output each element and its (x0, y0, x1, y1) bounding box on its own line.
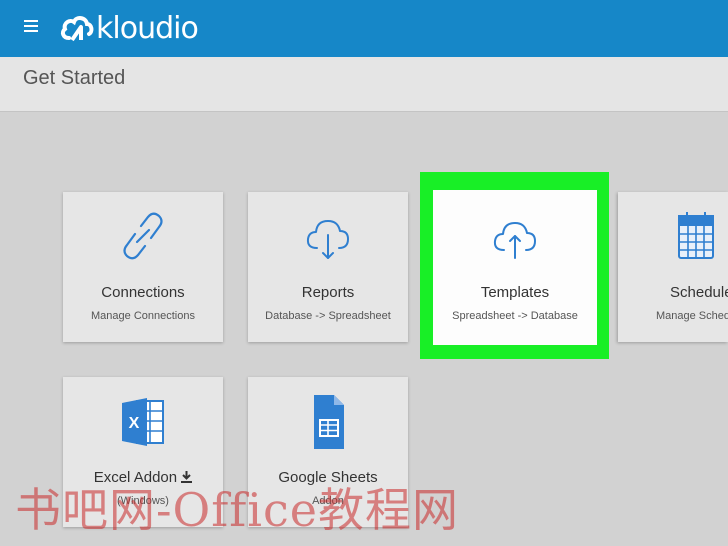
cloud-upload-icon (493, 222, 536, 259)
cloud-download-icon (306, 220, 349, 259)
watermark: 书吧网-Office教程网 (15, 483, 460, 537)
link-icon (123, 212, 163, 260)
card-templates[interactable]: Templates Spreadsheet -> Database (433, 190, 597, 345)
excel-icon: X (122, 398, 164, 446)
card-connections[interactable]: Connections Manage Connections (63, 192, 223, 342)
card-subtitle: Manage Schedu (656, 310, 728, 322)
google-sheets-icon (314, 395, 344, 449)
card-title: Reports (301, 284, 355, 301)
card-reports[interactable]: Reports Database -> Spreadsheet (248, 192, 408, 342)
app-logo[interactable]: kloudio (60, 8, 199, 48)
page-title: Get Started (23, 67, 126, 89)
app-name: kloudio (96, 10, 199, 46)
card-schedules[interactable]: Schedules Manage Schedu (618, 192, 728, 342)
hamburger-menu-icon[interactable] (24, 20, 38, 33)
calendar-icon (678, 212, 714, 259)
card-subtitle: Database -> Spreadsheet (265, 310, 391, 322)
cloud-logo-icon (60, 16, 94, 42)
svg-text:X: X (129, 415, 140, 432)
card-title: Connections (101, 284, 185, 301)
card-title: Templates (480, 284, 550, 301)
top-bar: kloudio (0, 0, 728, 57)
card-subtitle: Spreadsheet -> Database (452, 310, 578, 322)
card-subtitle: Manage Connections (91, 310, 195, 322)
card-title: Schedules (670, 284, 728, 301)
